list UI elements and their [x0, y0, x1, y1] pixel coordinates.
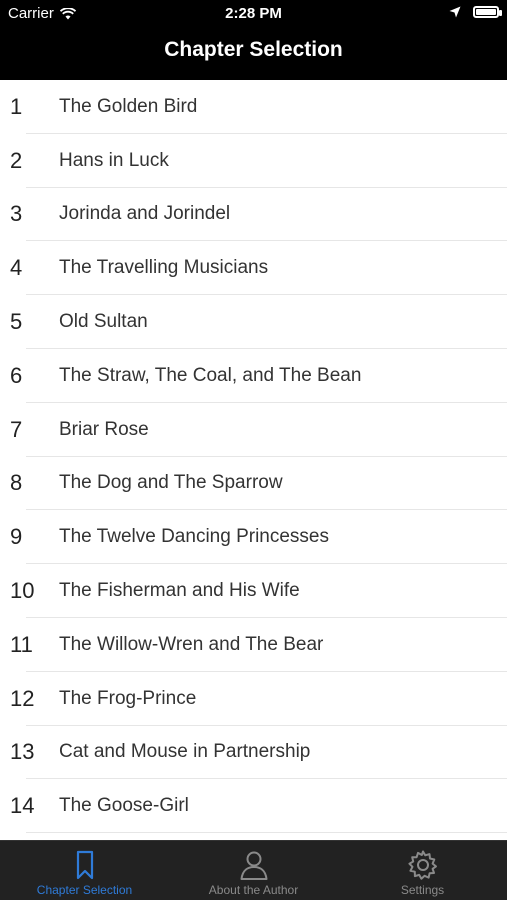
tab-label: Settings — [400, 883, 445, 897]
bookmark-icon — [76, 850, 93, 880]
chapter-row[interactable]: 8 The Dog and The Sparrow — [0, 457, 507, 511]
chapter-number: 13 — [10, 739, 35, 765]
chapter-title: Cat and Mouse in Partnership — [59, 741, 311, 763]
tab-chapter-selection[interactable]: Chapter Selection — [0, 841, 169, 900]
status-bar: Carrier 2:28 PM — [0, 0, 507, 28]
tab-bar: Chapter Selection About the Author Setti… — [0, 840, 507, 900]
chapter-row[interactable]: 13 Cat and Mouse in Partnership — [0, 726, 507, 780]
top-bar: Carrier 2:28 PM Chapter Selection — [0, 0, 507, 80]
chapter-title: The Twelve Dancing Princesses — [59, 526, 329, 548]
chapter-number: 9 — [10, 524, 23, 550]
chapter-row[interactable]: 7 Briar Rose — [0, 403, 507, 457]
chapter-row[interactable]: 10 The Fisherman and His Wife — [0, 564, 507, 618]
chapter-title: Jorinda and Jorindel — [59, 203, 231, 225]
chapter-title: The Travelling Musicians — [59, 257, 269, 279]
chapter-title: The Golden Bird — [59, 95, 198, 117]
row-divider — [26, 832, 507, 834]
chapter-row[interactable]: 1 The Golden Bird — [0, 80, 507, 134]
status-right — [449, 6, 502, 18]
chapter-number: 14 — [10, 793, 35, 819]
chapter-number: 11 — [10, 631, 33, 657]
page-title: Chapter Selection — [164, 38, 343, 61]
chapter-row[interactable]: 6 The Straw, The Coal, and The Bean — [0, 349, 507, 403]
chapter-number: 8 — [10, 470, 23, 496]
chapter-title: Briar Rose — [59, 418, 149, 440]
chapter-title: The Dog and The Sparrow — [59, 472, 283, 494]
chapter-row[interactable]: 12 The Frog-Prince — [0, 672, 507, 726]
person-icon — [240, 851, 267, 880]
chapter-number: 3 — [10, 201, 23, 227]
chapter-number: 10 — [10, 578, 35, 604]
chapter-number: 1 — [10, 93, 23, 119]
status-time: 2:28 PM — [225, 5, 282, 22]
chapter-row[interactable]: 11 The Willow-Wren and The Bear — [0, 618, 507, 672]
chapter-title: The Goose-Girl — [59, 795, 189, 817]
chapter-title: The Fisherman and His Wife — [59, 580, 300, 602]
chapter-title: Old Sultan — [59, 311, 148, 333]
chapter-row[interactable]: 5 Old Sultan — [0, 295, 507, 349]
tab-settings[interactable]: Settings — [338, 841, 507, 900]
chapter-title: The Frog-Prince — [59, 687, 197, 709]
chapter-number: 5 — [10, 309, 23, 335]
location-arrow-icon — [449, 6, 461, 18]
chapter-number: 4 — [10, 255, 23, 281]
chapter-row[interactable]: 3 Jorinda and Jorindel — [0, 188, 507, 242]
chapter-title: The Willow-Wren and The Bear — [59, 633, 324, 655]
tab-about-the-author[interactable]: About the Author — [169, 841, 338, 900]
chapter-list: 1 The Golden Bird 2 Hans in Luck 3 Jorinda … — [0, 80, 507, 840]
chapter-title: Hans in Luck — [59, 149, 169, 171]
battery-icon — [473, 6, 502, 18]
chapter-number: 6 — [10, 362, 23, 388]
chapter-row[interactable]: 4 The Travelling Musicians — [0, 241, 507, 296]
chapter-row[interactable]: 14 The Goose-Girl — [0, 779, 507, 834]
tab-label: About the Author — [208, 883, 299, 897]
chapter-number: 2 — [10, 147, 23, 173]
chapter-row[interactable]: 9 The Twelve Dancing Princesses — [0, 510, 507, 565]
chapter-row[interactable]: 2 Hans in Luck — [0, 134, 507, 188]
chapter-title: The Straw, The Coal, and The Bean — [59, 364, 362, 386]
tab-label: Chapter Selection — [36, 883, 133, 897]
chapter-number: 7 — [10, 416, 23, 442]
gear-icon — [407, 850, 437, 880]
chapter-number: 12 — [10, 685, 35, 711]
